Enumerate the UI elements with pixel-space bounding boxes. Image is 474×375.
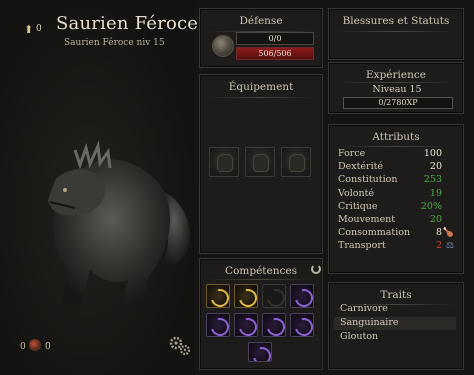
equipment-title: Équipement — [228, 81, 294, 93]
attribute-label: Transport — [338, 240, 386, 252]
attribute-row-critique: Critique 20% — [338, 201, 456, 214]
skills-title: Compétences — [225, 265, 297, 277]
divider — [208, 279, 314, 280]
wounds-title: Blessures et Statuts — [342, 15, 450, 27]
defense-title: Défense — [239, 15, 283, 27]
skill-slot-2[interactable] — [234, 284, 258, 308]
attribute-value: 20 — [429, 214, 442, 225]
experience-title: Expérience — [366, 69, 426, 81]
wounds-status-panel: Blessures et Statuts — [328, 8, 464, 60]
attribute-value: 100 — [423, 148, 442, 159]
shield-icon — [212, 35, 234, 57]
saurian-creature-illustration — [48, 140, 191, 308]
attribute-row-consommation: Consommation 8 🍗 — [338, 227, 456, 240]
attribute-label: Volonté — [338, 187, 375, 199]
attribute-value: 19 — [429, 187, 442, 199]
refresh-icon[interactable] — [311, 264, 321, 274]
creature-subtitle: Saurien Féroce niv 15 — [64, 38, 165, 48]
health-bar: 506/506 — [236, 47, 314, 60]
attribute-label: Force — [338, 148, 366, 159]
attribute-row-volonté: Volonté 19 — [338, 188, 456, 201]
trait-item[interactable]: Glouton — [334, 331, 456, 344]
armor-placeholder-icon — [289, 154, 305, 172]
skill-slot-7[interactable] — [262, 313, 286, 337]
experience-level: Niveau 15 — [372, 84, 422, 95]
skill-slot-6[interactable] — [234, 313, 258, 337]
attribute-value: 8 — [435, 227, 442, 239]
bottom-left-count-1: 0 — [20, 342, 26, 352]
traits-title: Traits — [380, 289, 412, 301]
drumstick-icon: 🍗 — [442, 228, 454, 239]
divider — [337, 31, 455, 32]
attribute-row-constitution: Constitution 253 — [338, 174, 456, 187]
skill-slot-5[interactable] — [206, 313, 230, 337]
skill-slot-8[interactable] — [290, 313, 314, 337]
armor-bar: 0/0 — [236, 32, 314, 45]
attribute-label: Mouvement — [338, 214, 396, 225]
experience-bar: 0/2780XP — [343, 97, 453, 109]
attribute-row-force: Force 100 — [338, 148, 456, 161]
divider — [337, 82, 455, 83]
equipment-slot-2[interactable] — [245, 147, 275, 177]
armor-placeholder-icon — [253, 154, 269, 172]
creature-name: Saurien Féroce — [56, 13, 199, 34]
attribute-row-dextérité: Dextérité 20 — [338, 161, 456, 174]
attribute-label: Constitution — [338, 174, 398, 186]
gears-icon[interactable] — [168, 335, 192, 357]
skill-slot-1[interactable] — [206, 284, 230, 308]
equipment-slot-3[interactable] — [281, 147, 311, 177]
weight-icon: ⚖ — [445, 241, 454, 252]
attributes-title: Attributs — [372, 131, 420, 143]
attribute-value: 2 — [435, 240, 442, 252]
attribute-row-transport: Transport 2 ⚖ — [338, 240, 456, 253]
attribute-label: Dextérité — [338, 161, 384, 173]
attribute-value: 253 — [423, 174, 442, 186]
level-up-arrow-icon[interactable]: ⬆ — [24, 23, 33, 36]
level-up-points: 0 — [36, 24, 42, 34]
equipment-slot-1[interactable] — [209, 147, 239, 177]
bottom-left-count-2: 0 — [45, 342, 51, 352]
skill-slot-4[interactable] — [290, 284, 314, 308]
armor-placeholder-icon — [217, 154, 233, 172]
attribute-value: 20% — [420, 200, 442, 212]
divider — [208, 97, 314, 98]
attribute-value: 20 — [429, 161, 442, 173]
divider — [337, 146, 455, 147]
trait-item[interactable]: Carnivore — [334, 303, 456, 316]
attribute-label: Critique — [338, 200, 378, 212]
skill-slot-9[interactable] — [248, 342, 272, 362]
status-orb-icon — [29, 339, 41, 351]
skill-slot-3[interactable] — [262, 284, 286, 308]
attribute-row-mouvement: Mouvement 20 — [338, 214, 456, 227]
attribute-label: Consommation — [338, 227, 411, 239]
trait-item[interactable]: Sanguinaire — [334, 317, 456, 330]
